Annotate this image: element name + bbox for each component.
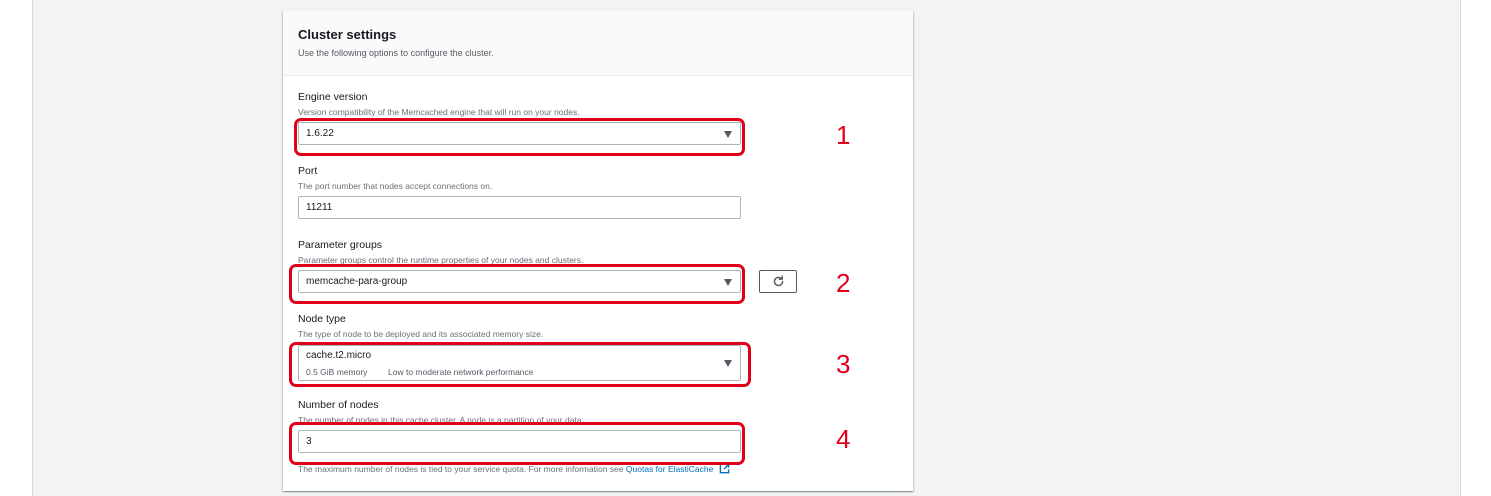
cluster-settings-panel: Cluster settings Use the following optio…	[283, 11, 913, 491]
highlight-box-engine-version	[294, 118, 745, 156]
annotation-number-2: 2	[836, 268, 851, 298]
number-of-nodes-label: Number of nodes	[298, 399, 379, 411]
highlight-box-parameter-groups	[289, 264, 745, 304]
panel-title: Cluster settings	[298, 27, 397, 42]
highlight-box-node-type	[289, 342, 751, 387]
node-type-description: The type of node to be deployed and its …	[298, 329, 544, 339]
annotation-number-3: 3	[836, 349, 851, 379]
port-label: Port	[298, 165, 318, 177]
port-input[interactable]: 11211	[298, 196, 741, 219]
port-description: The port number that nodes accept connec…	[298, 181, 493, 191]
refresh-button[interactable]	[759, 270, 797, 293]
panel-header: Cluster settings Use the following optio…	[283, 11, 913, 76]
node-type-label: Node type	[298, 313, 346, 325]
panel-description: Use the following options to configure t…	[298, 48, 494, 58]
highlight-box-number-of-nodes	[289, 422, 745, 465]
annotation-number-4: 4	[836, 424, 851, 454]
quotas-link[interactable]: Quotas for ElastiCache	[626, 464, 713, 474]
port-value: 11211	[306, 202, 333, 213]
engine-version-description: Version compatibility of the Memcached e…	[298, 107, 580, 117]
engine-version-label: Engine version	[298, 91, 368, 103]
parameter-groups-label: Parameter groups	[298, 239, 383, 251]
annotation-number-1: 1	[836, 120, 851, 150]
refresh-icon	[773, 275, 784, 287]
quota-note-text: The maximum number of nodes is tied to y…	[298, 464, 624, 474]
